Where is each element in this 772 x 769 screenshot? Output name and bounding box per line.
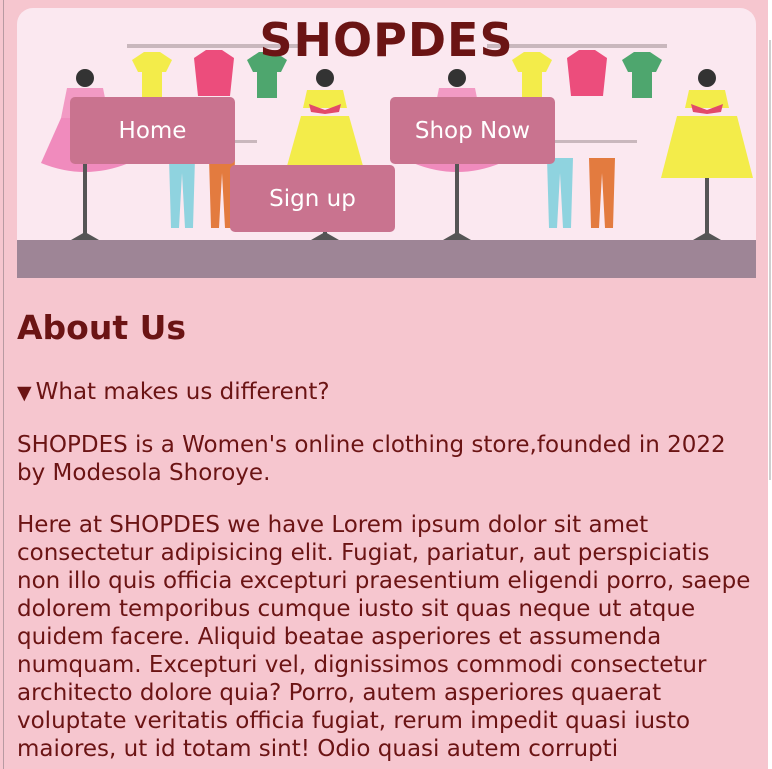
nav-shop-now-button[interactable]: Shop Now <box>390 97 555 164</box>
about-paragraph-1: SHOPDES is a Women's online clothing sto… <box>17 432 726 486</box>
scrollbar[interactable] <box>768 0 772 769</box>
left-border <box>3 0 4 769</box>
disclosure-triangle-icon[interactable]: ▼ <box>17 382 32 404</box>
nav-home-button[interactable]: Home <box>70 97 235 164</box>
about-title: About Us <box>17 308 187 347</box>
hero-banner: SHOPDES Home Shop Now Sign up <box>17 8 756 278</box>
brand-title: SHOPDES <box>259 13 514 67</box>
details-summary[interactable]: ▼ What makes us different? <box>17 378 752 407</box>
about-paragraph-2: Here at SHOPDES we have Lorem ipsum dolo… <box>17 512 751 762</box>
about-section: About Us ▼ What makes us different? SHOPD… <box>17 300 752 769</box>
scrollbar-thumb[interactable] <box>769 40 771 480</box>
details-summary-label: What makes us different? <box>35 379 330 405</box>
nav-sign-up-button[interactable]: Sign up <box>230 165 395 232</box>
page: SHOPDES Home Shop Now Sign up About Us ▼… <box>0 0 772 769</box>
